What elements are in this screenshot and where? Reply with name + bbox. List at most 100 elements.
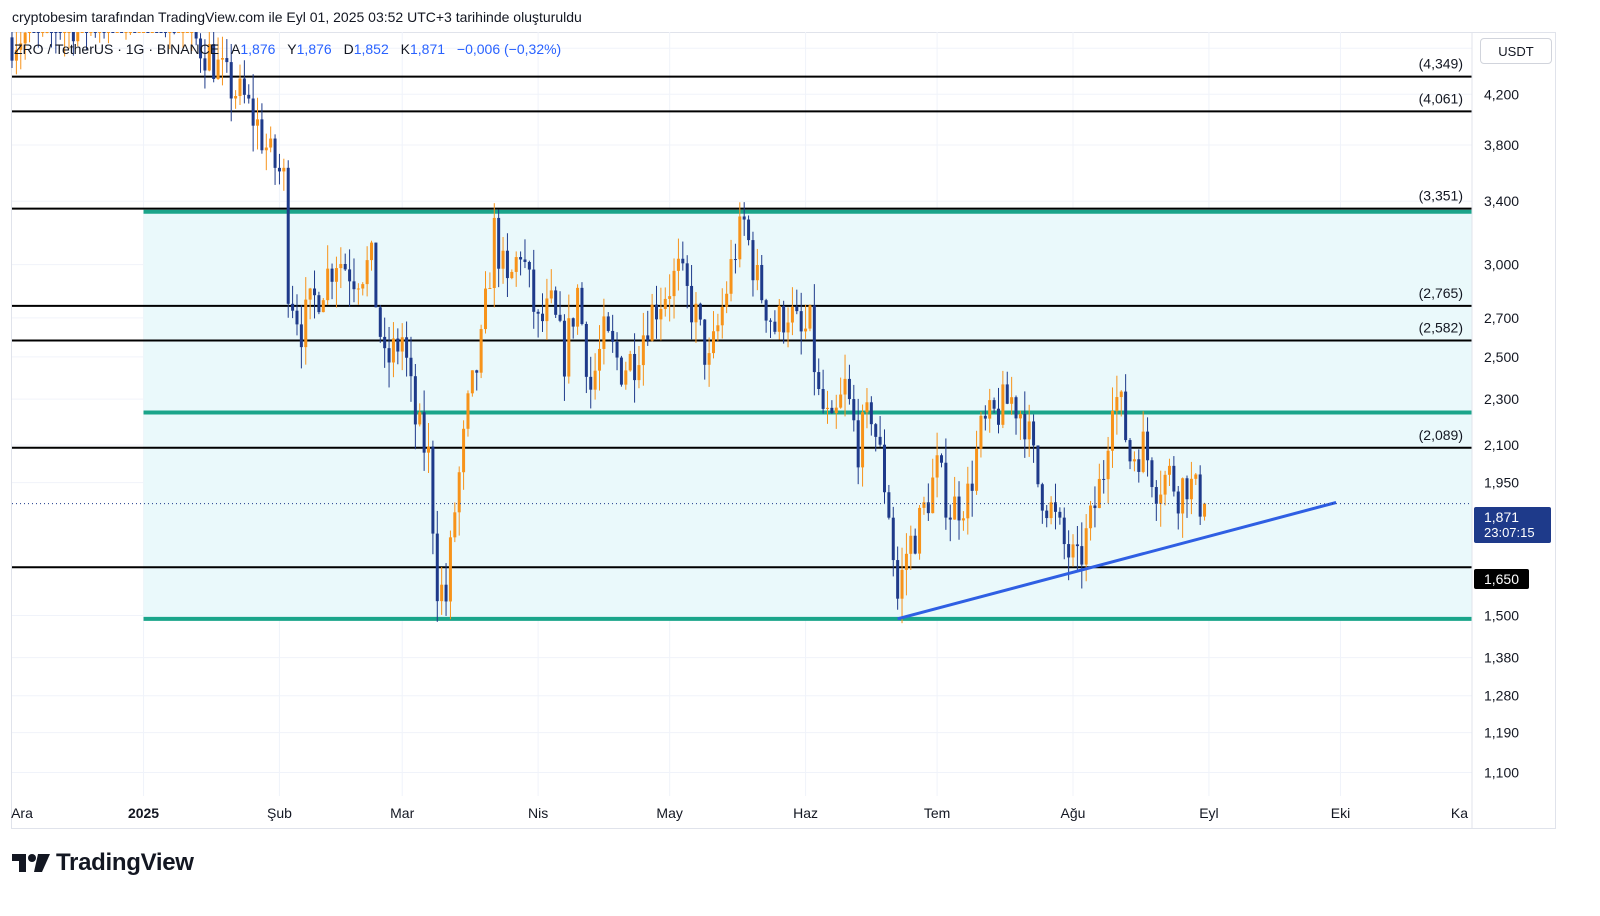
candle-body (861, 412, 865, 468)
candle-body (365, 260, 369, 285)
candle-body (1062, 517, 1066, 545)
candle-body (63, 32, 67, 33)
level-label: (2,582) (1419, 320, 1463, 336)
candle-body (321, 300, 325, 313)
candle-body (1067, 544, 1071, 558)
candle-body (790, 306, 794, 323)
currency-selector[interactable]: USDT (1480, 38, 1552, 64)
candle-body (611, 330, 615, 342)
candle-body (67, 32, 71, 33)
candle-body (1167, 465, 1171, 475)
price-tick-label: 1,100 (1484, 764, 1519, 780)
candle-body (1163, 474, 1167, 495)
candle-body (220, 58, 224, 60)
candle-body (1040, 484, 1044, 511)
candle-body (361, 284, 365, 289)
time-tick-label: 2025 (128, 805, 159, 821)
level-label: (2,765) (1419, 285, 1463, 301)
time-tick-label: Ka (1451, 805, 1468, 821)
candle-body (707, 353, 711, 365)
candle-body (492, 217, 496, 289)
zone-fill (143, 211, 1473, 619)
candle-body (887, 492, 891, 518)
candle-body (786, 322, 790, 333)
candle-body (1049, 502, 1053, 519)
high-key: Y (287, 41, 297, 57)
price-chart[interactable]: (4,349) (4,061) (3,351) (2,765) (2,582) (2,08… (0, 0, 1600, 916)
candle-body (975, 448, 979, 491)
candle-body (251, 98, 255, 126)
candle-body (203, 58, 207, 71)
candle-body (852, 399, 856, 421)
candle-body (435, 533, 439, 602)
candle-body (900, 569, 904, 599)
tradingview-brand[interactable]: TradingView (12, 849, 194, 877)
candle-body (80, 32, 84, 33)
candle-body (536, 311, 540, 314)
candle-body (549, 290, 553, 299)
candle-body (225, 58, 229, 63)
candle-body (1075, 544, 1079, 547)
candle-body (558, 314, 562, 321)
candle-body (1106, 450, 1110, 480)
candle-body (655, 304, 659, 320)
time-tick-label: Haz (793, 805, 818, 821)
candle-body (685, 263, 689, 286)
candle-body (370, 242, 374, 261)
candle-body (795, 306, 799, 312)
change-value: −0,006 (−0,32%) (456, 41, 562, 57)
price-tick-label: 2,100 (1484, 437, 1519, 453)
candle-body (545, 298, 549, 322)
candle-body (216, 59, 220, 79)
candle-body (830, 407, 834, 414)
price-tick-label: 1,380 (1484, 650, 1519, 666)
candle-body (668, 296, 672, 299)
candle-body (462, 428, 466, 473)
candle-body (650, 304, 654, 341)
candle-body (944, 462, 948, 518)
candle-body (317, 295, 321, 313)
candle-body (115, 32, 119, 33)
candle-body (120, 32, 124, 33)
candle-body (773, 321, 777, 332)
time-tick-label: Ağu (1061, 805, 1086, 821)
candle-body (567, 318, 571, 377)
candle-body (256, 119, 260, 126)
candle-body (440, 584, 444, 602)
candle-body (163, 32, 167, 33)
candle-body (712, 331, 716, 354)
candle-body (304, 299, 308, 348)
candle-body (299, 324, 303, 348)
time-tick-label: Şub (267, 805, 292, 821)
candle-body (882, 444, 886, 493)
candle-body (676, 258, 680, 271)
low-value: 1,852 (353, 41, 389, 57)
candle-body (961, 518, 965, 521)
candle-body (1032, 421, 1036, 446)
candle-body (865, 402, 869, 413)
candle-body (690, 285, 694, 323)
candle-body (475, 370, 479, 373)
candle-body (1058, 511, 1062, 518)
candle-body (374, 242, 378, 308)
candle-body (190, 32, 194, 33)
candle-body (391, 338, 395, 363)
candle-body (378, 307, 382, 337)
candle-body (273, 138, 277, 168)
candle-body (843, 378, 847, 395)
candle-body (150, 32, 154, 33)
candle-body (576, 287, 580, 327)
candle-body (777, 305, 781, 332)
candle-body (1005, 384, 1009, 404)
candle-body (738, 216, 742, 260)
close-key: K (400, 41, 410, 57)
price-tick-label: 3,400 (1484, 193, 1519, 209)
candle-body (1014, 397, 1018, 419)
candle-body (698, 303, 702, 320)
candle-body (396, 338, 400, 352)
candle-body (755, 264, 759, 281)
candle-body (1194, 474, 1198, 479)
candle-body (234, 96, 238, 99)
time-tick-label: Nis (528, 805, 548, 821)
time-tick-label: Mar (390, 805, 414, 821)
